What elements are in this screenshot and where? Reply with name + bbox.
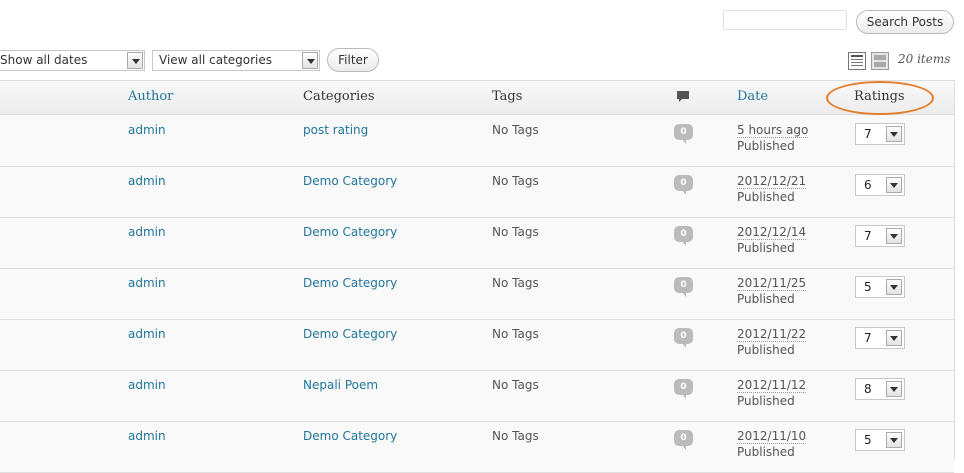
chevron-down-icon xyxy=(302,52,318,69)
post-status: Published xyxy=(737,139,795,153)
author-link[interactable]: admin xyxy=(128,174,166,188)
tags-text: No Tags xyxy=(492,225,539,239)
column-author[interactable]: Author xyxy=(128,89,173,104)
chevron-down-icon xyxy=(127,52,143,69)
list-view-icon[interactable] xyxy=(848,52,866,70)
post-status: Published xyxy=(737,445,795,459)
category-link[interactable]: Nepali Poem xyxy=(303,378,378,392)
rating-value: 7 xyxy=(864,331,872,345)
tags-text: No Tags xyxy=(492,378,539,392)
author-link[interactable]: admin xyxy=(128,123,166,137)
category-link[interactable]: Demo Category xyxy=(303,174,397,188)
author-link[interactable]: admin xyxy=(128,225,166,239)
category-link[interactable]: Demo Category xyxy=(303,429,397,443)
rating-value: 7 xyxy=(864,229,872,243)
rating-value: 5 xyxy=(864,280,872,294)
tags-text: No Tags xyxy=(492,327,539,341)
column-categories: Categories xyxy=(303,89,375,104)
chevron-down-icon xyxy=(886,381,902,397)
chevron-down-icon xyxy=(886,228,902,244)
items-count: 20 items xyxy=(898,52,951,66)
tags-text: No Tags xyxy=(492,123,539,137)
tags-text: No Tags xyxy=(492,276,539,290)
author-link[interactable]: admin xyxy=(128,327,166,341)
rating-select[interactable]: 7 xyxy=(855,225,905,247)
rating-value: 8 xyxy=(864,382,872,396)
comment-count-bubble[interactable]: 0 xyxy=(674,124,693,144)
dates-filter-select[interactable]: Show all dates xyxy=(0,50,145,71)
post-status: Published xyxy=(737,241,795,255)
comment-count-bubble[interactable]: 0 xyxy=(674,175,693,195)
rating-select[interactable]: 8 xyxy=(855,378,905,400)
column-tags: Tags xyxy=(492,89,523,104)
comment-count-bubble[interactable]: 0 xyxy=(674,277,693,297)
filter-button[interactable]: Filter xyxy=(327,48,379,72)
column-date[interactable]: Date xyxy=(737,89,768,104)
rating-select[interactable]: 6 xyxy=(855,174,905,196)
post-date: 2012/11/10 xyxy=(737,429,807,444)
category-link[interactable]: Demo Category xyxy=(303,276,397,290)
rating-value: 6 xyxy=(864,178,872,192)
chevron-down-icon xyxy=(886,126,902,142)
post-date: 2012/12/21 xyxy=(737,174,807,189)
rating-select[interactable]: 5 xyxy=(855,429,905,451)
search-input[interactable] xyxy=(723,10,847,30)
chevron-down-icon xyxy=(886,177,902,193)
comment-icon xyxy=(677,91,689,102)
post-status: Published xyxy=(737,190,795,204)
rating-value: 7 xyxy=(864,127,872,141)
author-link[interactable]: admin xyxy=(128,378,166,392)
dates-filter-value: Show all dates xyxy=(0,53,88,67)
category-link[interactable]: Demo Category xyxy=(303,225,397,239)
author-link[interactable]: admin xyxy=(128,276,166,290)
rating-select[interactable]: 7 xyxy=(855,123,905,145)
post-status: Published xyxy=(737,292,795,306)
post-date: 2012/11/25 xyxy=(737,276,807,291)
chevron-down-icon xyxy=(886,279,902,295)
post-date: 5 hours ago xyxy=(737,123,809,138)
categories-filter-value: View all categories xyxy=(159,53,273,67)
ratings-highlight-circle xyxy=(826,81,934,115)
search-posts-button[interactable]: Search Posts xyxy=(856,10,954,34)
categories-filter-select[interactable]: View all categories xyxy=(152,50,320,71)
comment-count-bubble[interactable]: 0 xyxy=(674,379,693,399)
post-date: 2012/11/12 xyxy=(737,378,807,393)
tags-text: No Tags xyxy=(492,174,539,188)
comment-count-bubble[interactable]: 0 xyxy=(674,226,693,246)
comment-count-bubble[interactable]: 0 xyxy=(674,328,693,348)
chevron-down-icon xyxy=(886,432,902,448)
chevron-down-icon xyxy=(886,330,902,346)
rating-select[interactable]: 5 xyxy=(855,276,905,298)
post-date: 2012/11/22 xyxy=(737,327,807,342)
tags-text: No Tags xyxy=(492,429,539,443)
category-link[interactable]: Demo Category xyxy=(303,327,397,341)
post-date: 2012/12/14 xyxy=(737,225,807,240)
rating-select[interactable]: 7 xyxy=(855,327,905,349)
post-status: Published xyxy=(737,343,795,357)
category-link[interactable]: post rating xyxy=(303,123,368,137)
excerpt-view-icon[interactable] xyxy=(871,52,889,70)
comment-count-bubble[interactable]: 0 xyxy=(674,430,693,450)
author-link[interactable]: admin xyxy=(128,429,166,443)
post-status: Published xyxy=(737,394,795,408)
rating-value: 5 xyxy=(864,433,872,447)
